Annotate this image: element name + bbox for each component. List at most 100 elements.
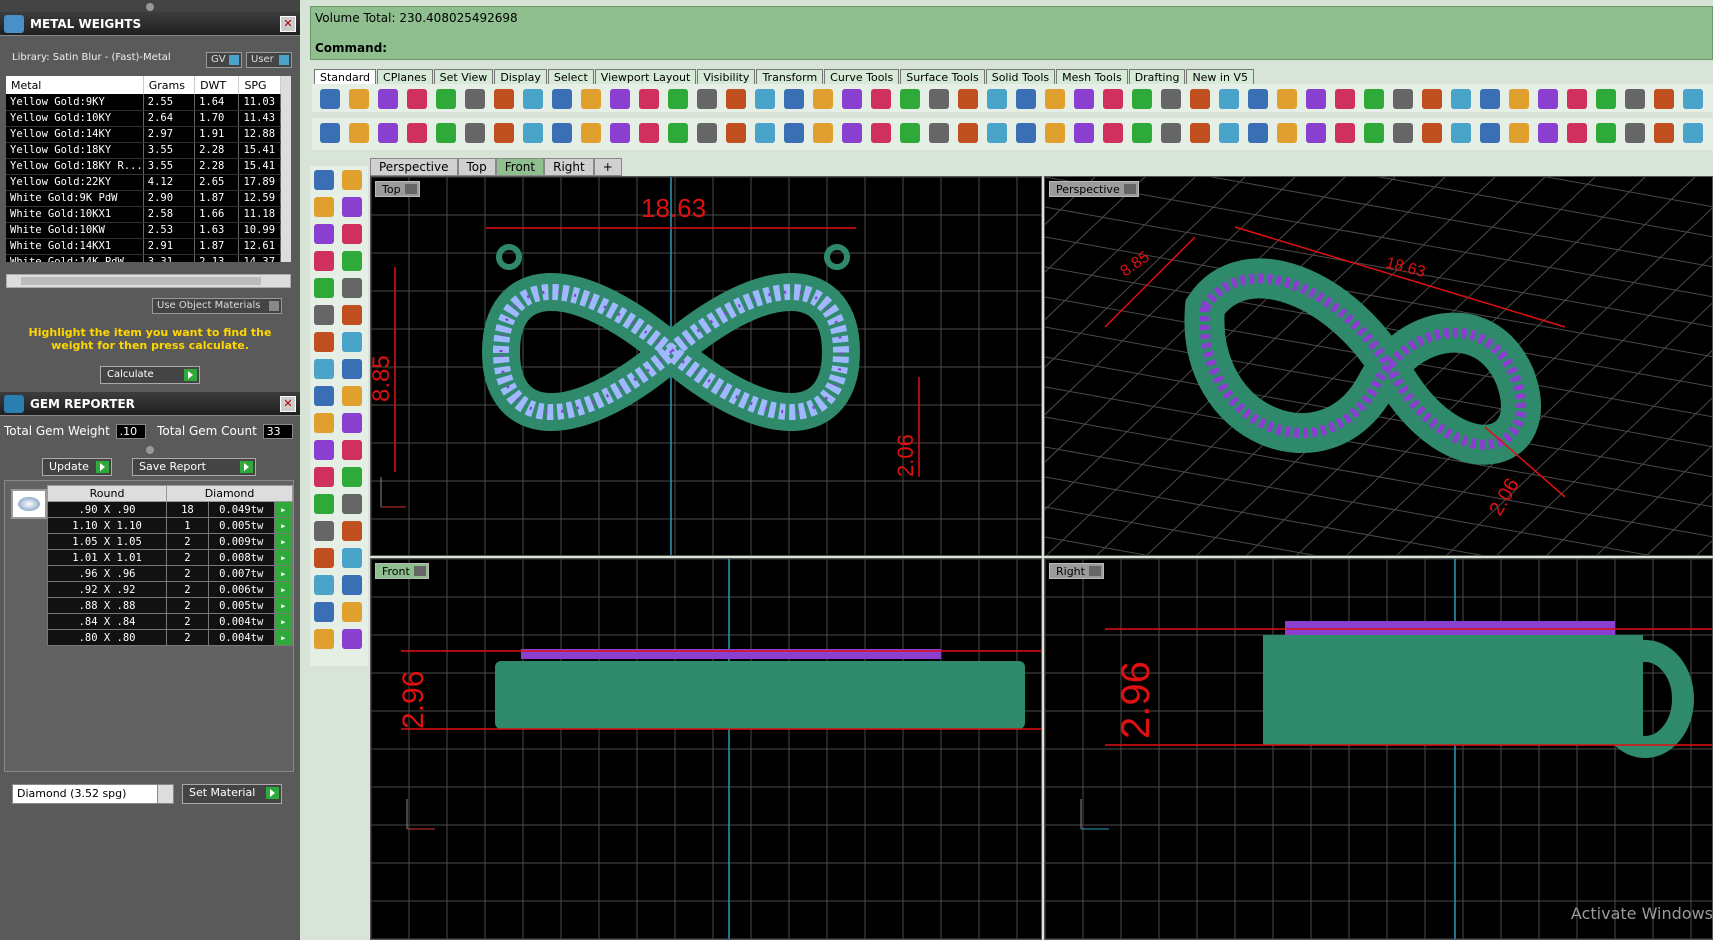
use-object-materials-checkbox[interactable]: Use Object Materials — [152, 298, 282, 314]
side-tool-icon[interactable] — [314, 521, 334, 541]
metal-table-scrollbar[interactable] — [281, 76, 291, 262]
viewport-tab[interactable]: Right — [544, 158, 594, 176]
gem-select-button[interactable]: ▸ — [273, 629, 294, 646]
metal-col-dwt[interactable]: DWT — [194, 76, 240, 94]
toolbar-button-icon[interactable] — [1335, 89, 1355, 109]
toolbar-button-icon[interactable] — [378, 123, 398, 143]
toolbar-button-icon[interactable] — [1277, 123, 1297, 143]
toolbar-button-icon[interactable] — [1045, 123, 1065, 143]
side-tool-icon[interactable] — [342, 440, 362, 460]
toolbar-button-icon[interactable] — [1335, 123, 1355, 143]
close-icon[interactable]: ✕ — [280, 396, 296, 412]
toolbar-button-icon[interactable] — [378, 89, 398, 109]
toolbar-tab[interactable]: Select — [547, 69, 594, 85]
toolbar-button-icon[interactable] — [523, 123, 543, 143]
side-tool-icon[interactable] — [314, 467, 334, 487]
toolbar-button-icon[interactable] — [1625, 89, 1645, 109]
side-tool-icon[interactable] — [314, 386, 334, 406]
side-tool-icon[interactable] — [342, 278, 362, 298]
side-tool-icon[interactable] — [314, 359, 334, 379]
toolbar-button-icon[interactable] — [1364, 123, 1384, 143]
toolbar-tab[interactable]: Standard — [314, 69, 377, 85]
toolbar-tab[interactable]: Solid Tools — [985, 69, 1056, 85]
side-tool-icon[interactable] — [314, 494, 334, 514]
toolbar-button-icon[interactable] — [436, 123, 456, 143]
toolbar-button-icon[interactable] — [1248, 123, 1268, 143]
toolbar-button-icon[interactable] — [349, 123, 369, 143]
command-prompt[interactable]: Command: — [315, 41, 387, 55]
side-tool-icon[interactable] — [314, 602, 334, 622]
toolbar-button-icon[interactable] — [726, 89, 746, 109]
side-tool-icon[interactable] — [342, 602, 362, 622]
viewport-tab[interactable]: Top — [457, 158, 496, 176]
side-tool-icon[interactable] — [342, 170, 362, 190]
table-row[interactable]: White Gold:9K PdW 2.90 1.87 12.59 — [6, 190, 281, 207]
gem-row[interactable]: .80 X .80 2 0.004tw ▸ — [46, 629, 294, 646]
toolbar-button-icon[interactable] — [610, 123, 630, 143]
toolbar-button-icon[interactable] — [1654, 89, 1674, 109]
toolbar-button-icon[interactable] — [523, 89, 543, 109]
toolbar-button-icon[interactable] — [813, 89, 833, 109]
toolbar-button-icon[interactable] — [900, 89, 920, 109]
gem-select-button[interactable]: ▸ — [273, 517, 294, 534]
toolbar-button-icon[interactable] — [697, 123, 717, 143]
gem-row[interactable]: .84 X .84 2 0.004tw ▸ — [46, 613, 294, 630]
viewport-tab[interactable]: Perspective — [370, 158, 458, 176]
toolbar-button-icon[interactable] — [958, 89, 978, 109]
toolbar-button-icon[interactable] — [900, 123, 920, 143]
toolbar-button-icon[interactable] — [1219, 89, 1239, 109]
gem-row[interactable]: .92 X .92 2 0.006tw ▸ — [46, 581, 294, 598]
table-row[interactable]: Yellow Gold:18KY 3.55 2.28 15.41 — [6, 142, 281, 159]
toolbar-button-icon[interactable] — [407, 123, 427, 143]
side-tool-icon[interactable] — [342, 575, 362, 595]
gem-row[interactable]: .90 X .90 18 0.049tw ▸ — [46, 501, 294, 518]
toolbar-tab[interactable]: Visibility — [697, 69, 756, 85]
toolbar-button-icon[interactable] — [929, 123, 949, 143]
metal-col-metal[interactable]: Metal — [6, 76, 144, 94]
toolbar-button-icon[interactable] — [639, 89, 659, 109]
toolbar-tab[interactable]: Display — [494, 69, 547, 85]
front-view-canvas[interactable]: 2.96 — [371, 559, 1042, 940]
table-row[interactable]: White Gold:10KW 2.53 1.63 10.99 — [6, 222, 281, 239]
toolbar-button-icon[interactable] — [1538, 123, 1558, 143]
toolbar-tab[interactable]: Set View — [433, 69, 494, 85]
toolbar-button-icon[interactable] — [1248, 89, 1268, 109]
chevron-down-icon[interactable] — [413, 566, 426, 576]
table-row[interactable]: White Gold:10KX1 2.58 1.66 11.18 — [6, 206, 281, 223]
toolbar-button-icon[interactable] — [1016, 89, 1036, 109]
toolbar-button-icon[interactable] — [929, 89, 949, 109]
side-tool-icon[interactable] — [314, 629, 334, 649]
toolbar-tab[interactable]: Curve Tools — [824, 69, 900, 85]
toolbar-button-icon[interactable] — [1509, 89, 1529, 109]
toolbar-button-icon[interactable] — [842, 123, 862, 143]
side-tool-icon[interactable] — [342, 197, 362, 217]
metal-table-hscrollbar[interactable] — [6, 274, 291, 288]
toolbar-button-icon[interactable] — [784, 89, 804, 109]
gem-select-button[interactable]: ▸ — [273, 613, 294, 630]
chevron-down-icon[interactable] — [157, 785, 173, 803]
toolbar-button-icon[interactable] — [1132, 89, 1152, 109]
toolbar-button-icon[interactable] — [1393, 89, 1413, 109]
toolbar-button-icon[interactable] — [436, 89, 456, 109]
toolbar-button-icon[interactable] — [1596, 89, 1616, 109]
toolbar-tab[interactable]: Surface Tools — [900, 69, 985, 85]
side-tool-icon[interactable] — [342, 251, 362, 271]
gem-row[interactable]: .88 X .88 2 0.005tw ▸ — [46, 597, 294, 614]
side-tool-icon[interactable] — [342, 548, 362, 568]
metal-table[interactable]: Metal Grams DWT SPG Yellow Gold:9KY 2.55 1.64… — [6, 76, 291, 262]
gv-toggle[interactable]: GV — [206, 52, 242, 68]
side-tool-icon[interactable] — [314, 575, 334, 595]
chevron-down-icon[interactable] — [1123, 184, 1136, 194]
toolbar-button-icon[interactable] — [1219, 123, 1239, 143]
gem-select-button[interactable]: ▸ — [273, 565, 294, 582]
toolbar-button-icon[interactable] — [1190, 89, 1210, 109]
toolbar-button-icon[interactable] — [668, 89, 688, 109]
right-view-canvas[interactable]: 2.96 — [1045, 559, 1713, 940]
toolbar-button-icon[interactable] — [1016, 123, 1036, 143]
material-select[interactable]: Diamond (3.52 spg) — [12, 784, 174, 804]
gem-row[interactable]: 1.10 X 1.10 1 0.005tw ▸ — [46, 517, 294, 534]
toolbar-button-icon[interactable] — [1103, 89, 1123, 109]
toolbar-button-icon[interactable] — [1422, 89, 1442, 109]
side-tool-icon[interactable] — [314, 278, 334, 298]
toolbar-button-icon[interactable] — [349, 89, 369, 109]
